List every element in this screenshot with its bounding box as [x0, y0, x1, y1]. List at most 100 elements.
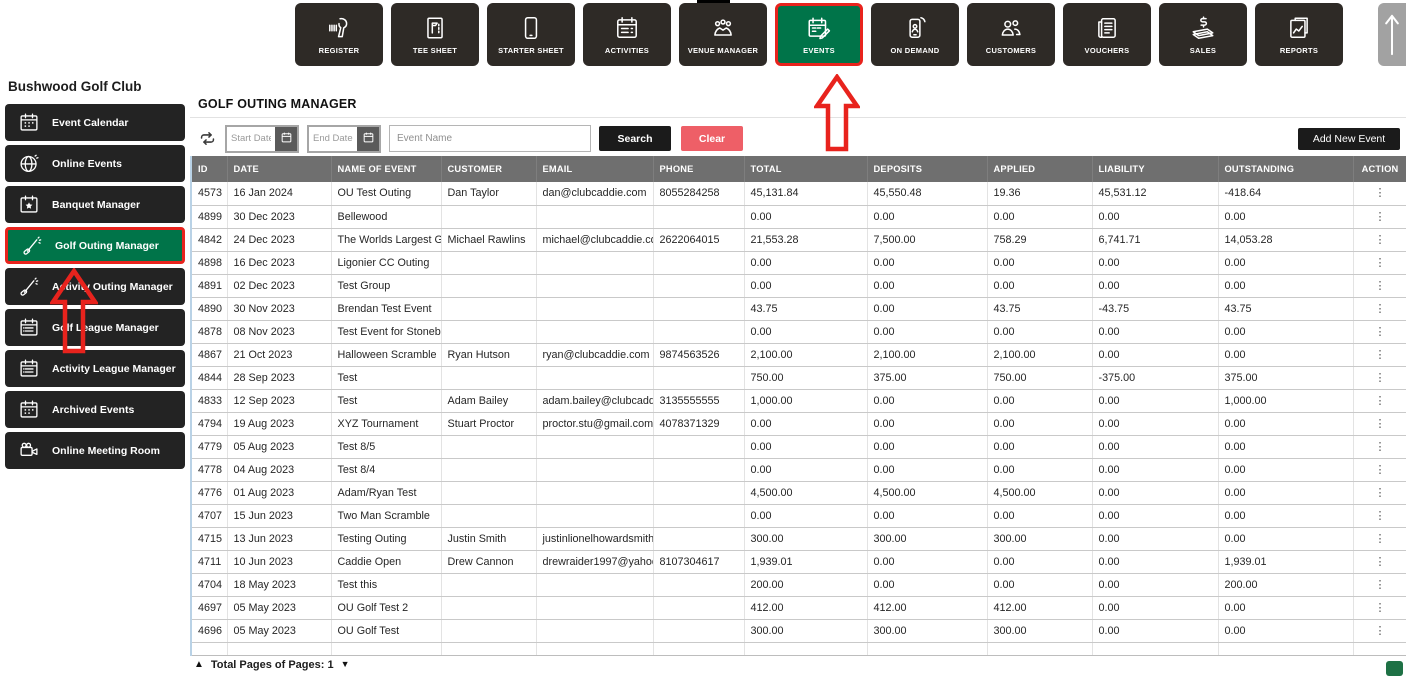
- cell-liability: 0.00: [1092, 527, 1219, 551]
- table-row: 4776 01 Aug 2023 Adam/Ryan Test 4,500.00…: [191, 481, 1406, 505]
- row-actions-button[interactable]: ⋮: [1369, 487, 1392, 499]
- cell-deposits: 0.00: [867, 274, 988, 298]
- column-header-date[interactable]: DATE: [227, 156, 332, 182]
- row-actions-button[interactable]: ⋮: [1369, 533, 1392, 545]
- row-actions-button[interactable]: ⋮: [1369, 602, 1392, 614]
- toolbar-item-customers[interactable]: CUSTOMERS: [967, 3, 1055, 66]
- column-header-phone[interactable]: PHONE: [653, 156, 745, 182]
- sidebar-item-online-events[interactable]: Online Events: [5, 145, 185, 182]
- row-actions-button[interactable]: ⋮: [1369, 556, 1392, 568]
- cell-total: 43.75: [744, 297, 868, 321]
- row-actions-button[interactable]: ⋮: [1369, 441, 1392, 453]
- toolbar-item-sales[interactable]: SALES: [1159, 3, 1247, 66]
- cell-applied: 300.00: [987, 619, 1093, 643]
- row-actions-button[interactable]: ⋮: [1369, 326, 1392, 338]
- cell-total: 21,553.28: [744, 228, 868, 252]
- row-actions-button[interactable]: ⋮: [1369, 280, 1392, 292]
- row-actions-button[interactable]: ⋮: [1369, 372, 1392, 384]
- add-new-event-button[interactable]: Add New Event: [1298, 128, 1400, 150]
- cell-action: ⋮: [1353, 274, 1406, 298]
- start-date-input[interactable]: [227, 126, 275, 151]
- row-actions-button[interactable]: ⋮: [1369, 349, 1392, 361]
- row-actions-button[interactable]: ⋮: [1369, 510, 1392, 522]
- cell-name-of-event: Brendan Test Event: [331, 297, 442, 321]
- sidebar-item-online-meeting-room[interactable]: Online Meeting Room: [5, 432, 185, 469]
- toolbar-item-starter-sheet[interactable]: STARTER SHEET: [487, 3, 575, 66]
- column-header-email[interactable]: EMAIL: [536, 156, 654, 182]
- toolbar-item-events[interactable]: EVENTS: [775, 3, 863, 66]
- column-header-name-of-event[interactable]: NAME OF EVENT: [331, 156, 442, 182]
- table-row: 4898 16 Dec 2023 Ligonier CC Outing 0.00…: [191, 251, 1406, 275]
- cell-customer: [441, 504, 537, 528]
- toolbar-item-register[interactable]: REGISTER: [295, 3, 383, 66]
- toolbar-item-on-demand[interactable]: ON DEMAND: [871, 3, 959, 66]
- event-name-input[interactable]: [389, 125, 591, 152]
- end-date-calendar-button[interactable]: [357, 126, 379, 151]
- row-actions-button[interactable]: ⋮: [1369, 395, 1392, 407]
- column-header-deposits[interactable]: DEPOSITS: [867, 156, 988, 182]
- column-header-outstanding[interactable]: OUTSTANDING: [1218, 156, 1354, 182]
- table-row: 4833 12 Sep 2023 Test Adam Bailey adam.b…: [191, 389, 1406, 413]
- sidebar-item-golf-outing-manager[interactable]: Golf Outing Manager: [5, 227, 185, 264]
- toolbar-item-label: CUSTOMERS: [985, 45, 1037, 55]
- toolbar-item-label: VOUCHERS: [1084, 45, 1130, 55]
- sidebar-item-golf-league-manager[interactable]: Golf League Manager: [5, 309, 185, 346]
- row-actions-button[interactable]: ⋮: [1369, 188, 1392, 199]
- search-button[interactable]: Search: [599, 126, 671, 151]
- page-up-icon[interactable]: ▲: [194, 659, 204, 670]
- column-header-total[interactable]: TOTAL: [744, 156, 868, 182]
- column-header-applied[interactable]: APPLIED: [987, 156, 1093, 182]
- start-date-calendar-button[interactable]: [275, 126, 297, 151]
- cell-applied: 19.36: [987, 182, 1093, 206]
- row-actions-button[interactable]: ⋮: [1369, 303, 1392, 315]
- row-actions-button[interactable]: ⋮: [1369, 257, 1392, 269]
- cell-liability: 0.00: [1092, 435, 1219, 459]
- sidebar-item-activity-outing-manager[interactable]: Activity Outing Manager: [5, 268, 185, 305]
- cell-deposits: 412.00: [867, 596, 988, 620]
- table-row: 4842 24 Dec 2023 The Worlds Largest Golf…: [191, 228, 1406, 252]
- row-actions-button[interactable]: ⋮: [1369, 418, 1392, 430]
- cell-email: [536, 504, 654, 528]
- toolbar-item-vouchers[interactable]: VOUCHERS: [1063, 3, 1151, 66]
- row-actions-button[interactable]: ⋮: [1369, 625, 1392, 637]
- row-actions-button[interactable]: ⋮: [1369, 211, 1392, 223]
- row-actions-button[interactable]: ⋮: [1369, 464, 1392, 476]
- cell-deposits: 0.00: [867, 550, 988, 574]
- column-header-action[interactable]: ACTION: [1353, 156, 1406, 182]
- cell-id: 4704: [191, 573, 228, 597]
- cell-total: 0.00: [744, 435, 868, 459]
- refresh-button[interactable]: [197, 129, 217, 149]
- sidebar-item-archived-events[interactable]: Archived Events: [5, 391, 185, 428]
- cell-deposits: 0.00: [867, 435, 988, 459]
- sidebar-item-event-calendar[interactable]: Event Calendar: [5, 104, 185, 141]
- column-header-id[interactable]: ID: [191, 156, 228, 182]
- table-row: 4779 05 Aug 2023 Test 8/5 0.00 0.00 0.00…: [191, 435, 1406, 459]
- toolbar-item-tee-sheet[interactable]: TEE SHEET: [391, 3, 479, 66]
- activities-icon: [614, 15, 640, 42]
- sidebar-item-activity-league-manager[interactable]: Activity League Manager: [5, 350, 185, 387]
- cell-outstanding: 0.00: [1218, 274, 1354, 298]
- end-date-group: [307, 124, 381, 153]
- toolbar-item-reports[interactable]: REPORTS: [1255, 3, 1343, 66]
- toolbar-item-venue-manager[interactable]: VENUE MANAGER: [679, 3, 767, 66]
- toolbar-item-label: EVENTS: [803, 45, 835, 55]
- pagination-text: Total Pages of Pages: 1: [210, 659, 334, 671]
- scroll-top-button[interactable]: [1378, 3, 1406, 66]
- end-date-input[interactable]: [309, 126, 357, 151]
- top-toolbar: REGISTER TEE SHEET STARTER SHEET ACTIVIT…: [0, 0, 1406, 70]
- cell-deposits: 0.00: [867, 412, 988, 436]
- clear-button[interactable]: Clear: [681, 126, 743, 151]
- cell-total: 0.00: [744, 274, 868, 298]
- page-dropdown-icon[interactable]: ▼: [341, 659, 350, 669]
- cell-applied: 412.00: [987, 596, 1093, 620]
- row-actions-button[interactable]: ⋮: [1369, 579, 1392, 591]
- column-header-liability[interactable]: LIABILITY: [1092, 156, 1219, 182]
- export-excel-button[interactable]: [1386, 661, 1403, 676]
- row-actions-button[interactable]: ⋮: [1369, 234, 1392, 246]
- table-row: 4711 10 Jun 2023 Caddie Open Drew Cannon…: [191, 550, 1406, 574]
- cell-applied: 0.00: [987, 274, 1093, 298]
- column-header-customer[interactable]: CUSTOMER: [441, 156, 537, 182]
- cell-deposits: 0.00: [867, 458, 988, 482]
- sidebar-item-banquet-manager[interactable]: Banquet Manager: [5, 186, 185, 223]
- toolbar-item-activities[interactable]: ACTIVITIES: [583, 3, 671, 66]
